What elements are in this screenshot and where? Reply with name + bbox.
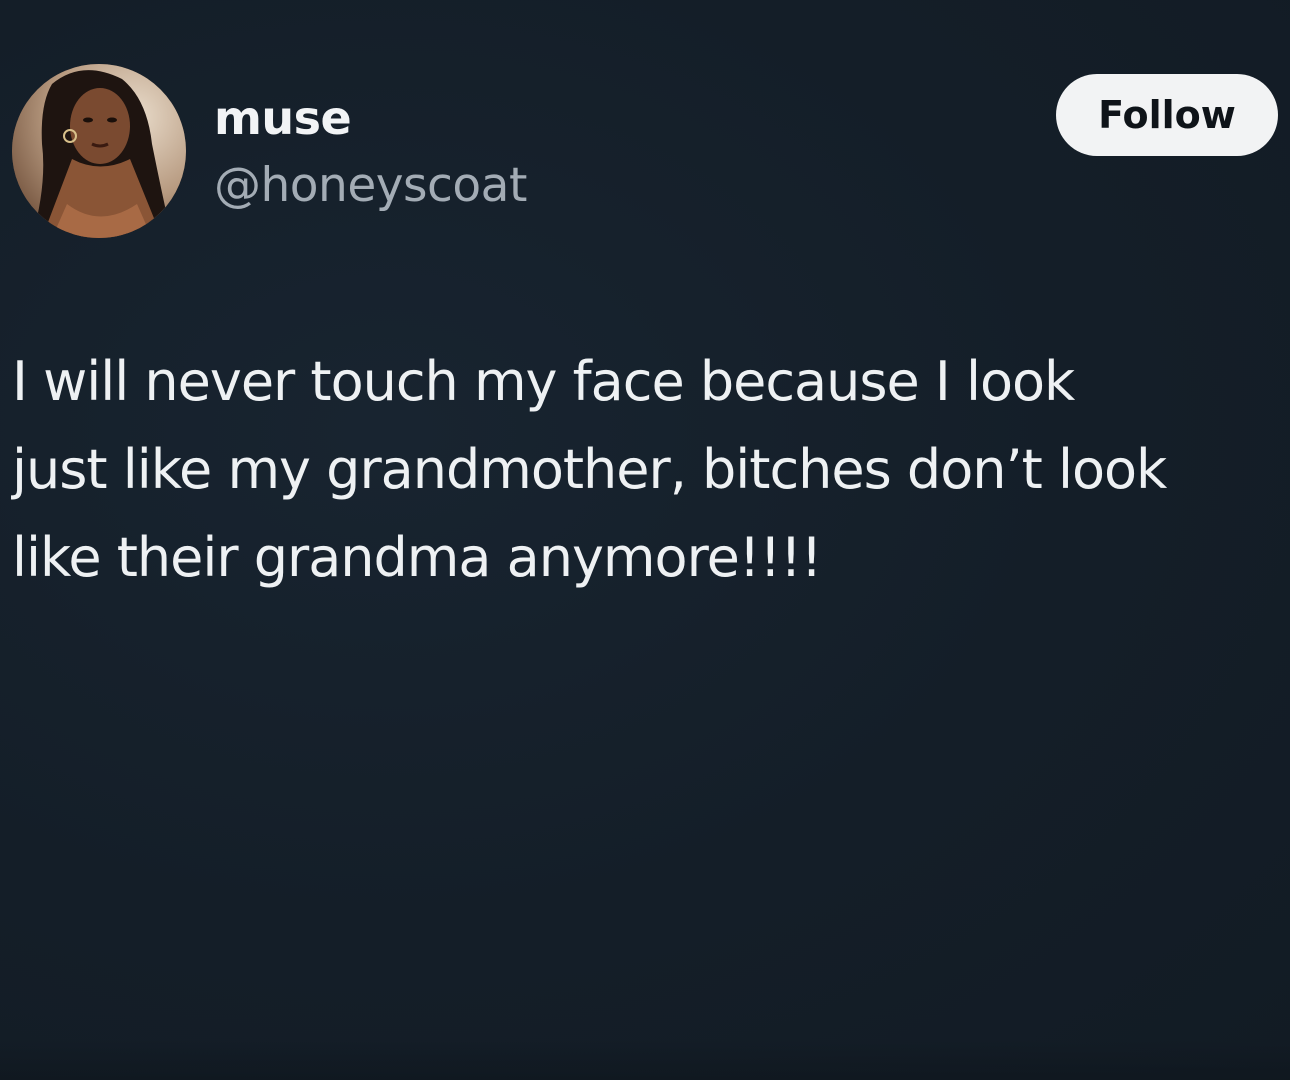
avatar-photo [12, 64, 186, 238]
bottom-fade [0, 1040, 1290, 1080]
tweet-text: I will never touch my face because I loo… [12, 338, 1290, 602]
follow-button[interactable]: Follow [1056, 74, 1278, 156]
avatar[interactable] [12, 64, 186, 238]
display-name[interactable]: muse [214, 88, 352, 148]
user-handle[interactable]: @honeyscoat [214, 156, 527, 216]
tweet-card: muse @honeyscoat Follow I will never tou… [0, 0, 1290, 1080]
tweet-text-line: I will never touch my face because I loo… [12, 350, 1075, 413]
tweet-text-line: just like my grandmother, bitches don’t … [12, 438, 1167, 501]
tweet-text-line: like their grandma anymore!!!! [12, 526, 822, 589]
